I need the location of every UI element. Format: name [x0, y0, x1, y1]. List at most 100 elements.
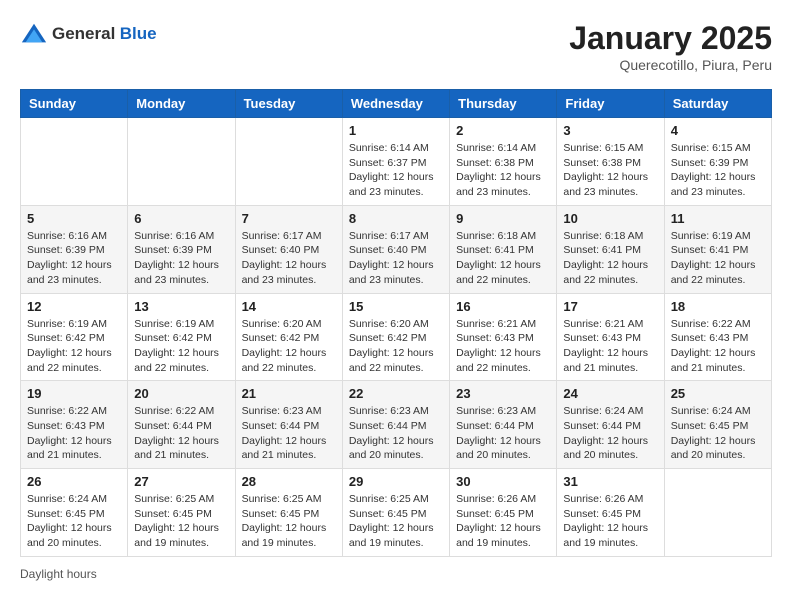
- day-number: 7: [242, 211, 336, 226]
- day-of-week-header: Thursday: [450, 90, 557, 118]
- day-info: Sunrise: 6:18 AMSunset: 6:41 PMDaylight:…: [456, 229, 550, 288]
- day-number: 31: [563, 474, 657, 489]
- day-number: 28: [242, 474, 336, 489]
- day-number: 16: [456, 299, 550, 314]
- day-number: 17: [563, 299, 657, 314]
- calendar-day-cell: 7 Sunrise: 6:17 AMSunset: 6:40 PMDaylight…: [235, 205, 342, 293]
- day-number: 5: [27, 211, 121, 226]
- calendar-day-cell: 11Sunrise: 6:19 AMSunset: 6:41 PMDayligh…: [664, 205, 771, 293]
- day-info: Sunrise: 6:21 AMSunset: 6:43 PMDaylight:…: [563, 317, 657, 376]
- calendar-day-cell: 24Sunrise: 6:24 AMSunset: 6:44 PMDayligh…: [557, 381, 664, 469]
- day-info: Sunrise: 6:23 AMSunset: 6:44 PMDaylight:…: [456, 404, 550, 463]
- daylight-label: Daylight hours: [20, 567, 97, 581]
- day-number: 20: [134, 386, 228, 401]
- calendar-day-cell: 27Sunrise: 6:25 AMSunset: 6:45 PMDayligh…: [128, 469, 235, 557]
- day-number: 4: [671, 123, 765, 138]
- day-number: 3: [563, 123, 657, 138]
- day-info: Sunrise: 6:18 AMSunset: 6:41 PMDaylight:…: [563, 229, 657, 288]
- calendar-day-cell: 16 Sunrise: 6:21 AMSunset: 6:43 PMDayligh…: [450, 293, 557, 381]
- day-info: Sunrise: 6:22 AMSunset: 6:43 PMDaylight:…: [671, 317, 765, 376]
- day-info: Sunrise: 6:23 AMSunset: 6:44 PMDaylight:…: [349, 404, 443, 463]
- calendar-week-row: 26 Sunrise: 6:24 AMSunset: 6:45 PMDayligh…: [21, 469, 772, 557]
- month-title: January 2025: [569, 20, 772, 57]
- day-info: Sunrise: 6:16 AMSunset: 6:39 PMDaylight:…: [27, 229, 121, 288]
- day-info: Sunrise: 6:17 AMSunset: 6:40 PMDaylight:…: [349, 229, 443, 288]
- day-of-week-header: Monday: [128, 90, 235, 118]
- day-of-week-header: Saturday: [664, 90, 771, 118]
- day-info: Sunrise: 6:17 AMSunset: 6:40 PMDaylight:…: [242, 229, 336, 288]
- day-of-week-header: Wednesday: [342, 90, 449, 118]
- calendar-day-cell: 14 Sunrise: 6:20 AMSunset: 6:42 PMDayligh…: [235, 293, 342, 381]
- logo-text-general: General: [52, 24, 115, 43]
- day-number: 1: [349, 123, 443, 138]
- day-info: Sunrise: 6:23 AMSunset: 6:44 PMDaylight:…: [242, 404, 336, 463]
- logo-text-blue: Blue: [120, 24, 157, 43]
- day-number: 13: [134, 299, 228, 314]
- day-number: 19: [27, 386, 121, 401]
- day-info: Sunrise: 6:19 AMSunset: 6:42 PMDaylight:…: [134, 317, 228, 376]
- day-number: 29: [349, 474, 443, 489]
- calendar-day-cell: [235, 118, 342, 206]
- calendar-week-row: 1Sunrise: 6:14 AMSunset: 6:37 PMDaylight…: [21, 118, 772, 206]
- day-number: 8: [349, 211, 443, 226]
- day-info: Sunrise: 6:14 AMSunset: 6:38 PMDaylight:…: [456, 141, 550, 200]
- calendar-day-cell: 18Sunrise: 6:22 AMSunset: 6:43 PMDayligh…: [664, 293, 771, 381]
- day-number: 11: [671, 211, 765, 226]
- day-info: Sunrise: 6:20 AMSunset: 6:42 PMDaylight:…: [349, 317, 443, 376]
- calendar-day-cell: 13 Sunrise: 6:19 AMSunset: 6:42 PMDayligh…: [128, 293, 235, 381]
- calendar-day-cell: 22 Sunrise: 6:23 AMSunset: 6:44 PMDayligh…: [342, 381, 449, 469]
- day-number: 21: [242, 386, 336, 401]
- calendar-day-cell: 19 Sunrise: 6:22 AMSunset: 6:43 PMDayligh…: [21, 381, 128, 469]
- calendar-day-cell: 17 Sunrise: 6:21 AMSunset: 6:43 PMDayligh…: [557, 293, 664, 381]
- calendar-day-cell: 23Sunrise: 6:23 AMSunset: 6:44 PMDayligh…: [450, 381, 557, 469]
- day-info: Sunrise: 6:26 AMSunset: 6:45 PMDaylight:…: [563, 492, 657, 551]
- calendar-day-cell: 1Sunrise: 6:14 AMSunset: 6:37 PMDaylight…: [342, 118, 449, 206]
- day-info: Sunrise: 6:20 AMSunset: 6:42 PMDaylight:…: [242, 317, 336, 376]
- day-info: Sunrise: 6:26 AMSunset: 6:45 PMDaylight:…: [456, 492, 550, 551]
- calendar-header-row: SundayMondayTuesdayWednesdayThursdayFrid…: [21, 90, 772, 118]
- day-of-week-header: Sunday: [21, 90, 128, 118]
- calendar-day-cell: [128, 118, 235, 206]
- calendar-day-cell: 4 Sunrise: 6:15 AMSunset: 6:39 PMDaylight…: [664, 118, 771, 206]
- calendar-day-cell: 15 Sunrise: 6:20 AMSunset: 6:42 PMDayligh…: [342, 293, 449, 381]
- day-number: 22: [349, 386, 443, 401]
- day-number: 25: [671, 386, 765, 401]
- day-info: Sunrise: 6:15 AMSunset: 6:39 PMDaylight:…: [671, 141, 765, 200]
- calendar-week-row: 19 Sunrise: 6:22 AMSunset: 6:43 PMDayligh…: [21, 381, 772, 469]
- day-of-week-header: Friday: [557, 90, 664, 118]
- day-number: 14: [242, 299, 336, 314]
- day-number: 30: [456, 474, 550, 489]
- calendar-day-cell: 10Sunrise: 6:18 AMSunset: 6:41 PMDayligh…: [557, 205, 664, 293]
- calendar-day-cell: 5 Sunrise: 6:16 AMSunset: 6:39 PMDaylight…: [21, 205, 128, 293]
- calendar-week-row: 12Sunrise: 6:19 AMSunset: 6:42 PMDayligh…: [21, 293, 772, 381]
- calendar-day-cell: 6 Sunrise: 6:16 AMSunset: 6:39 PMDaylight…: [128, 205, 235, 293]
- calendar-day-cell: [21, 118, 128, 206]
- day-info: Sunrise: 6:22 AMSunset: 6:44 PMDaylight:…: [134, 404, 228, 463]
- day-info: Sunrise: 6:24 AMSunset: 6:45 PMDaylight:…: [27, 492, 121, 551]
- day-info: Sunrise: 6:16 AMSunset: 6:39 PMDaylight:…: [134, 229, 228, 288]
- calendar-day-cell: 26 Sunrise: 6:24 AMSunset: 6:45 PMDayligh…: [21, 469, 128, 557]
- day-number: 9: [456, 211, 550, 226]
- calendar-day-cell: 30 Sunrise: 6:26 AMSunset: 6:45 PMDayligh…: [450, 469, 557, 557]
- day-info: Sunrise: 6:22 AMSunset: 6:43 PMDaylight:…: [27, 404, 121, 463]
- title-block: January 2025 Querecotillo, Piura, Peru: [569, 20, 772, 73]
- day-number: 27: [134, 474, 228, 489]
- calendar-day-cell: 20 Sunrise: 6:22 AMSunset: 6:44 PMDayligh…: [128, 381, 235, 469]
- location-subtitle: Querecotillo, Piura, Peru: [569, 57, 772, 73]
- logo: General Blue: [20, 20, 157, 48]
- day-info: Sunrise: 6:24 AMSunset: 6:44 PMDaylight:…: [563, 404, 657, 463]
- day-number: 26: [27, 474, 121, 489]
- calendar-day-cell: 9 Sunrise: 6:18 AMSunset: 6:41 PMDaylight…: [450, 205, 557, 293]
- calendar-day-cell: 21 Sunrise: 6:23 AMSunset: 6:44 PMDayligh…: [235, 381, 342, 469]
- calendar-day-cell: 8 Sunrise: 6:17 AMSunset: 6:40 PMDaylight…: [342, 205, 449, 293]
- day-number: 15: [349, 299, 443, 314]
- footer: Daylight hours: [20, 567, 772, 581]
- day-info: Sunrise: 6:21 AMSunset: 6:43 PMDaylight:…: [456, 317, 550, 376]
- calendar-day-cell: 12Sunrise: 6:19 AMSunset: 6:42 PMDayligh…: [21, 293, 128, 381]
- day-number: 6: [134, 211, 228, 226]
- calendar-day-cell: 3Sunrise: 6:15 AMSunset: 6:38 PMDaylight…: [557, 118, 664, 206]
- day-info: Sunrise: 6:19 AMSunset: 6:42 PMDaylight:…: [27, 317, 121, 376]
- calendar-table: SundayMondayTuesdayWednesdayThursdayFrid…: [20, 89, 772, 557]
- day-info: Sunrise: 6:25 AMSunset: 6:45 PMDaylight:…: [242, 492, 336, 551]
- day-info: Sunrise: 6:24 AMSunset: 6:45 PMDaylight:…: [671, 404, 765, 463]
